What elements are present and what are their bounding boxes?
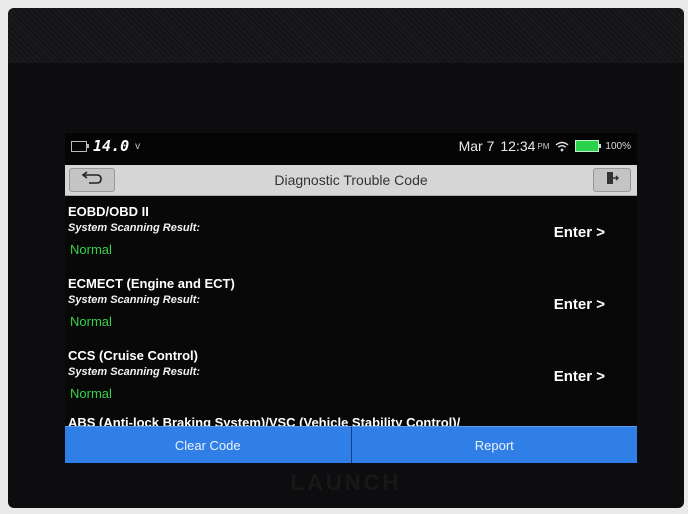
list-item: EOBD/OBD II System Scanning Result: Norm… [65, 196, 637, 266]
voltage-readout: 14.0 [93, 137, 130, 155]
system-name: CCS (Cruise Control) [68, 348, 198, 363]
enter-button[interactable]: Enter > [554, 224, 605, 241]
status-bar: 14.0 v Mar 7 12:34 PM 100% [65, 133, 637, 165]
battery-icon [575, 140, 602, 152]
scan-result-label: System Scanning Result: [68, 222, 201, 234]
status-ampm: PM [537, 141, 550, 151]
scan-result-label: System Scanning Result: [68, 294, 201, 306]
partial-list-item[interactable]: ABS (Anti-lock Braking System)/VSC (Vehi… [68, 415, 460, 426]
enter-button[interactable]: Enter > [554, 368, 605, 385]
system-name: ECMECT (Engine and ECT) [68, 276, 235, 291]
scan-result-label: System Scanning Result: [68, 366, 201, 378]
list-item: CCS (Cruise Control) System Scanning Res… [65, 340, 637, 410]
page-title: Diagnostic Trouble Code [274, 172, 428, 188]
wifi-icon [555, 141, 569, 152]
list-item: ECMECT (Engine and ECT) System Scanning … [65, 268, 637, 338]
enter-button[interactable]: Enter > [554, 296, 605, 313]
clear-code-button[interactable]: Clear Code [65, 426, 352, 463]
status-time: 12:34 [500, 138, 536, 154]
brand-logo: LAUNCH [290, 470, 402, 495]
title-bar: Diagnostic Trouble Code [65, 165, 637, 196]
scan-status: Normal [70, 242, 112, 257]
scan-status: Normal [70, 314, 112, 329]
status-date: Mar 7 [458, 138, 495, 154]
scan-tool-device: 14.0 v Mar 7 12:34 PM 100% Diagnostic Tr… [8, 8, 684, 508]
report-button[interactable]: Report [351, 426, 637, 463]
car-battery-icon [71, 140, 89, 152]
exit-button[interactable] [593, 168, 631, 192]
device-screen: 14.0 v Mar 7 12:34 PM 100% Diagnostic Tr… [65, 133, 637, 463]
device-bezel [8, 8, 684, 63]
system-list: EOBD/OBD II System Scanning Result: Norm… [65, 196, 637, 426]
system-name: EOBD/OBD II [68, 204, 149, 219]
bottom-action-bar: Clear Code Report [65, 426, 637, 463]
exit-icon [605, 171, 620, 190]
scan-status: Normal [70, 386, 112, 401]
voltage-unit: v [135, 140, 141, 152]
battery-percent: 100% [605, 140, 631, 152]
